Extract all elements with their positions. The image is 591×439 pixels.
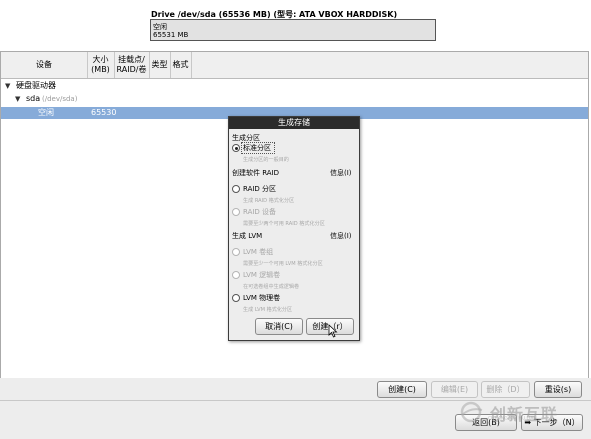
sda-path: (/dev/sda) bbox=[42, 95, 78, 103]
delete-button[interactable]: 删除（D） bbox=[481, 381, 530, 398]
table-header: 设备 大小 (MB) 挂载点/ RAID/卷 类型 格式 bbox=[1, 52, 588, 79]
dialog-cancel-button[interactable]: 取消(C) bbox=[255, 318, 303, 335]
expander-triangle-icon[interactable]: ▼ bbox=[15, 93, 20, 105]
drive-header: Drive /dev/sda (65536 MB) (型号: ATA VBOX … bbox=[0, 0, 591, 50]
standard-partition-label[interactable]: 标准分区 bbox=[243, 143, 271, 153]
radio-lvm-pv[interactable] bbox=[232, 294, 240, 302]
raid-device-desc: 需要至少两个可用 RAID 格式化分区 bbox=[243, 220, 325, 227]
section-lvm: 生成 LVM bbox=[232, 232, 263, 240]
lvm-vg-desc: 需要至少一个可用 LVM 格式化分区 bbox=[243, 260, 323, 267]
col-mount-line2: RAID/卷 bbox=[116, 65, 147, 74]
radio-lvm-vg[interactable] bbox=[232, 248, 240, 256]
free-space-size: 65531 MB bbox=[153, 31, 189, 39]
col-size-line1: 大小 bbox=[92, 55, 109, 64]
lvm-lv-label[interactable]: LVM 逻辑卷 bbox=[243, 270, 280, 280]
lvm-lv-desc: 在可选卷组中生成逻辑卷 bbox=[243, 283, 300, 290]
raid-info-button[interactable]: 信息(I) bbox=[330, 168, 352, 178]
free-row-name: 空闲 bbox=[38, 108, 54, 117]
watermark-subtext: CHUANG XIN HU LIAN bbox=[488, 416, 537, 422]
col-size-line2: (MB) bbox=[91, 65, 110, 74]
section-raid: 创建软件 RAID bbox=[232, 169, 280, 177]
col-mount-line1: 挂载点/ bbox=[118, 55, 145, 64]
reset-button[interactable]: 重设(s) bbox=[534, 381, 582, 398]
sda-name: sda bbox=[26, 94, 41, 103]
watermark-logo-icon bbox=[460, 401, 483, 423]
col-device[interactable]: 设备 bbox=[1, 52, 88, 78]
edit-button[interactable]: 编辑(E) bbox=[431, 381, 478, 398]
lvm-pv-desc: 生成 LVM 格式化分区 bbox=[243, 306, 293, 313]
create-button[interactable]: 创建(C) bbox=[377, 381, 427, 398]
table-row-sda[interactable]: ▼ sda (/dev/sda) bbox=[1, 93, 588, 105]
col-type[interactable]: 类型 bbox=[149, 52, 171, 78]
drive-partition-map[interactable]: 空闲 65531 MB bbox=[150, 19, 436, 41]
hard-drives-label: 硬盘驱动器 bbox=[16, 81, 56, 90]
expander-triangle-icon[interactable]: ▼ bbox=[5, 80, 10, 92]
radio-lvm-lv[interactable] bbox=[232, 271, 240, 279]
col-size[interactable]: 大小 (MB) bbox=[87, 52, 115, 78]
raid-device-label[interactable]: RAID 设备 bbox=[243, 207, 276, 217]
standard-partition-desc: 生成分区的一般目的 bbox=[243, 156, 289, 163]
radio-standard-partition[interactable] bbox=[232, 144, 240, 152]
watermark: 创新互联 CHUANG XIN HU LIAN bbox=[458, 401, 584, 424]
free-space-segment[interactable] bbox=[151, 20, 435, 40]
mouse-pointer-icon bbox=[328, 324, 338, 338]
dialog-title: 生成存储 bbox=[229, 117, 359, 129]
create-storage-dialog: 生成存储 生成分区 标准分区 生成分区的一般目的 创建软件 RAID 信息(I)… bbox=[228, 116, 360, 341]
raid-partition-desc: 生成 RAID 格式化分区 bbox=[243, 197, 295, 204]
col-format[interactable]: 格式 bbox=[170, 52, 192, 78]
lvm-vg-label[interactable]: LVM 卷组 bbox=[243, 247, 273, 257]
table-row-hard-drives[interactable]: ▼ 硬盘驱动器 bbox=[1, 80, 588, 92]
radio-raid-device[interactable] bbox=[232, 208, 240, 216]
radio-raid-partition[interactable] bbox=[232, 185, 240, 193]
lvm-pv-label[interactable]: LVM 物理卷 bbox=[243, 293, 280, 303]
raid-partition-label[interactable]: RAID 分区 bbox=[243, 184, 276, 194]
free-row-size: 65530 bbox=[91, 108, 117, 117]
col-mount[interactable]: 挂载点/ RAID/卷 bbox=[114, 52, 150, 78]
lvm-info-button[interactable]: 信息(I) bbox=[330, 231, 352, 241]
